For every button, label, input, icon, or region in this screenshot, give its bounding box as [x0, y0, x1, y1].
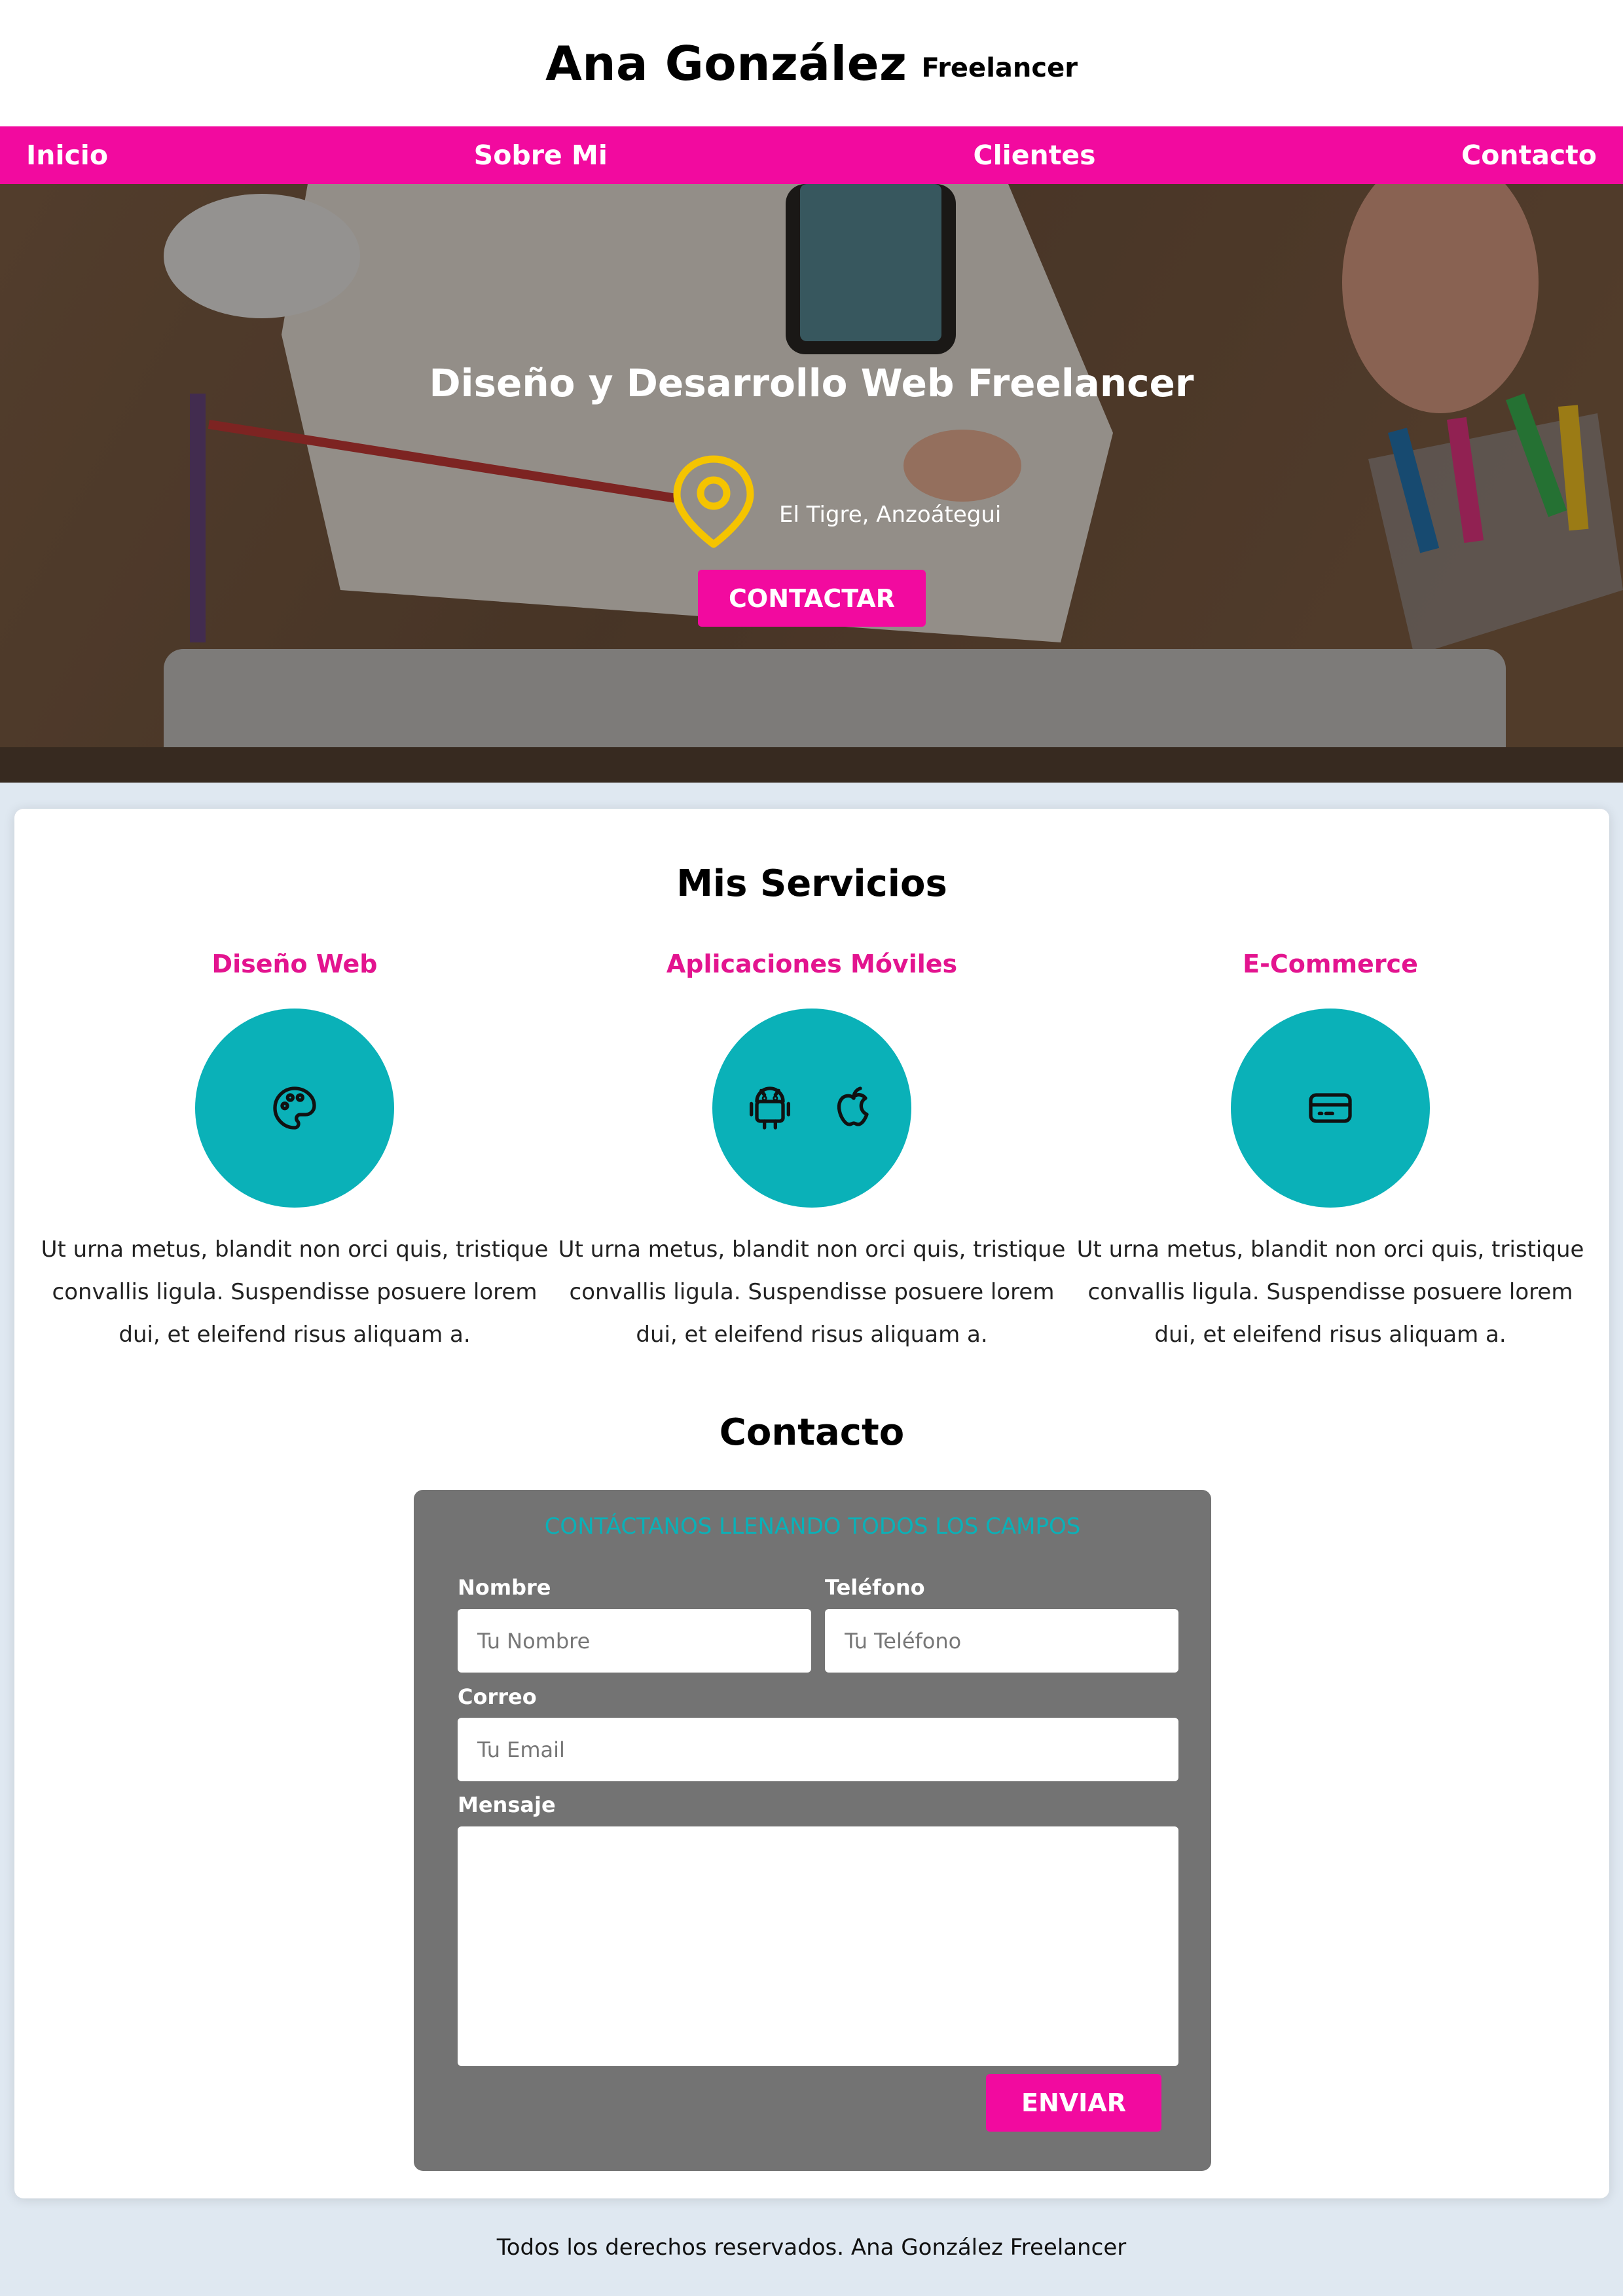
service-item: E-Commerce Ut urna metus, blandit non or…	[1075, 950, 1586, 1356]
nav-item-sobre-mi[interactable]: Sobre Mi	[474, 139, 608, 171]
phone-input[interactable]	[825, 1609, 1178, 1673]
service-item: Diseño Web Ut urna metus, blandit non or…	[39, 950, 550, 1356]
email-input[interactable]	[458, 1718, 1178, 1781]
contact-form: CONTÁCTANOS LLENANDO TODOS LOS CAMPOS No…	[414, 1490, 1211, 2171]
service-title: Aplicaciones Móviles	[666, 950, 958, 978]
service-item: Aplicaciones Móviles Ut urna metus, blan…	[556, 950, 1067, 1356]
hero-banner: Diseño y Desarrollo Web Freelancer El Ti…	[0, 184, 1623, 783]
service-description: Ut urna metus, blandit non orci quis, tr…	[1076, 1236, 1584, 1348]
site-footer: Todos los derechos reservados. Ana Gonzá…	[0, 2198, 1623, 2296]
palette-icon	[273, 1086, 316, 1130]
message-textarea[interactable]	[458, 1826, 1178, 2066]
nav-item-inicio[interactable]: Inicio	[26, 139, 108, 171]
site-header: Ana González Freelancer	[0, 0, 1623, 126]
map-pin-icon	[673, 455, 754, 548]
apple-icon	[837, 1086, 869, 1126]
credit-card-icon	[1309, 1093, 1352, 1123]
service-title: E-Commerce	[1243, 950, 1418, 978]
email-label: Correo	[458, 1684, 537, 1709]
site-owner-name: Ana González	[545, 35, 907, 91]
services-heading: Mis Servicios	[676, 862, 947, 905]
name-label: Nombre	[458, 1575, 551, 1600]
enviar-button[interactable]: ENVIAR	[986, 2074, 1161, 2132]
site-title: Ana González Freelancer	[0, 0, 1623, 126]
contact-heading: Contacto	[719, 1411, 905, 1454]
contactar-button[interactable]: CONTACTAR	[698, 570, 926, 627]
service-icon-circle	[712, 1009, 911, 1208]
footer-text: Todos los derechos reservados. Ana Gonzá…	[496, 2234, 1127, 2261]
main-nav: Inicio Sobre Mi Clientes Contacto	[0, 126, 1623, 184]
service-icon-circle	[1231, 1009, 1430, 1208]
hero-location: El Tigre, Anzoátegui	[668, 453, 1001, 551]
site-tagline: Freelancer	[921, 52, 1078, 83]
nav-item-contacto[interactable]: Contacto	[1461, 139, 1597, 171]
service-icon-circle	[195, 1009, 394, 1208]
message-label: Mensaje	[458, 1792, 556, 1817]
name-input[interactable]	[458, 1609, 811, 1673]
nav-item-clientes[interactable]: Clientes	[974, 139, 1096, 171]
service-description: Ut urna metus, blandit non orci quis, tr…	[41, 1236, 549, 1348]
hero-title: Diseño y Desarrollo Web Freelancer	[429, 361, 1194, 405]
service-description: Ut urna metus, blandit non orci quis, tr…	[558, 1236, 1066, 1348]
android-icon	[750, 1086, 790, 1130]
service-title: Diseño Web	[211, 950, 378, 978]
hero-location-text: El Tigre, Anzoátegui	[779, 502, 1002, 528]
phone-label: Teléfono	[825, 1575, 925, 1600]
form-heading: CONTÁCTANOS LLENANDO TODOS LOS CAMPOS	[544, 1513, 1081, 1540]
content-card: Mis Servicios Diseño Web Ut urna metus, …	[14, 809, 1609, 2198]
